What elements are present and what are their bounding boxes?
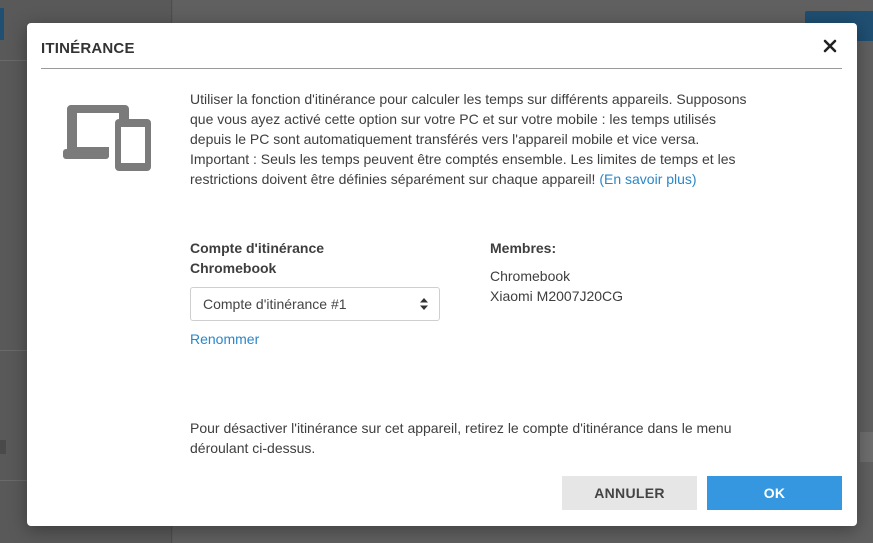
background-text (860, 432, 873, 462)
close-icon (823, 39, 837, 53)
background-text (0, 440, 6, 454)
disable-roaming-note: Pour désactiver l'itinérance sur cet app… (190, 420, 732, 456)
select-value: Compte d'itinérance #1 (203, 296, 347, 312)
dialog-header: ITINÉRANCE (41, 23, 842, 69)
cancel-button[interactable]: ANNULER (562, 476, 697, 510)
laptop-phone-icon (63, 105, 151, 171)
ok-button[interactable]: OK (707, 476, 842, 510)
rename-link[interactable]: Renommer (190, 329, 259, 349)
roaming-description: Utiliser la fonction d'itinérance pour c… (190, 89, 760, 189)
account-label: Compte d'itinérance Chromebook (190, 240, 325, 276)
roaming-dialog: ITINÉRANCE Utiliser la fonction d'itinér… (27, 23, 857, 526)
learn-more-link[interactable]: (En savoir plus) (599, 171, 696, 187)
dialog-title: ITINÉRANCE (41, 40, 135, 57)
background-accent (0, 8, 4, 40)
roaming-account-select[interactable]: Compte d'itinérance #1 (190, 287, 440, 321)
members-label: Membres: (490, 240, 557, 256)
member-item: Xiaomi M2007J20CG (490, 288, 624, 304)
select-updown-icon (420, 298, 428, 310)
member-item: Chromebook (490, 268, 571, 284)
close-button[interactable] (822, 38, 838, 54)
